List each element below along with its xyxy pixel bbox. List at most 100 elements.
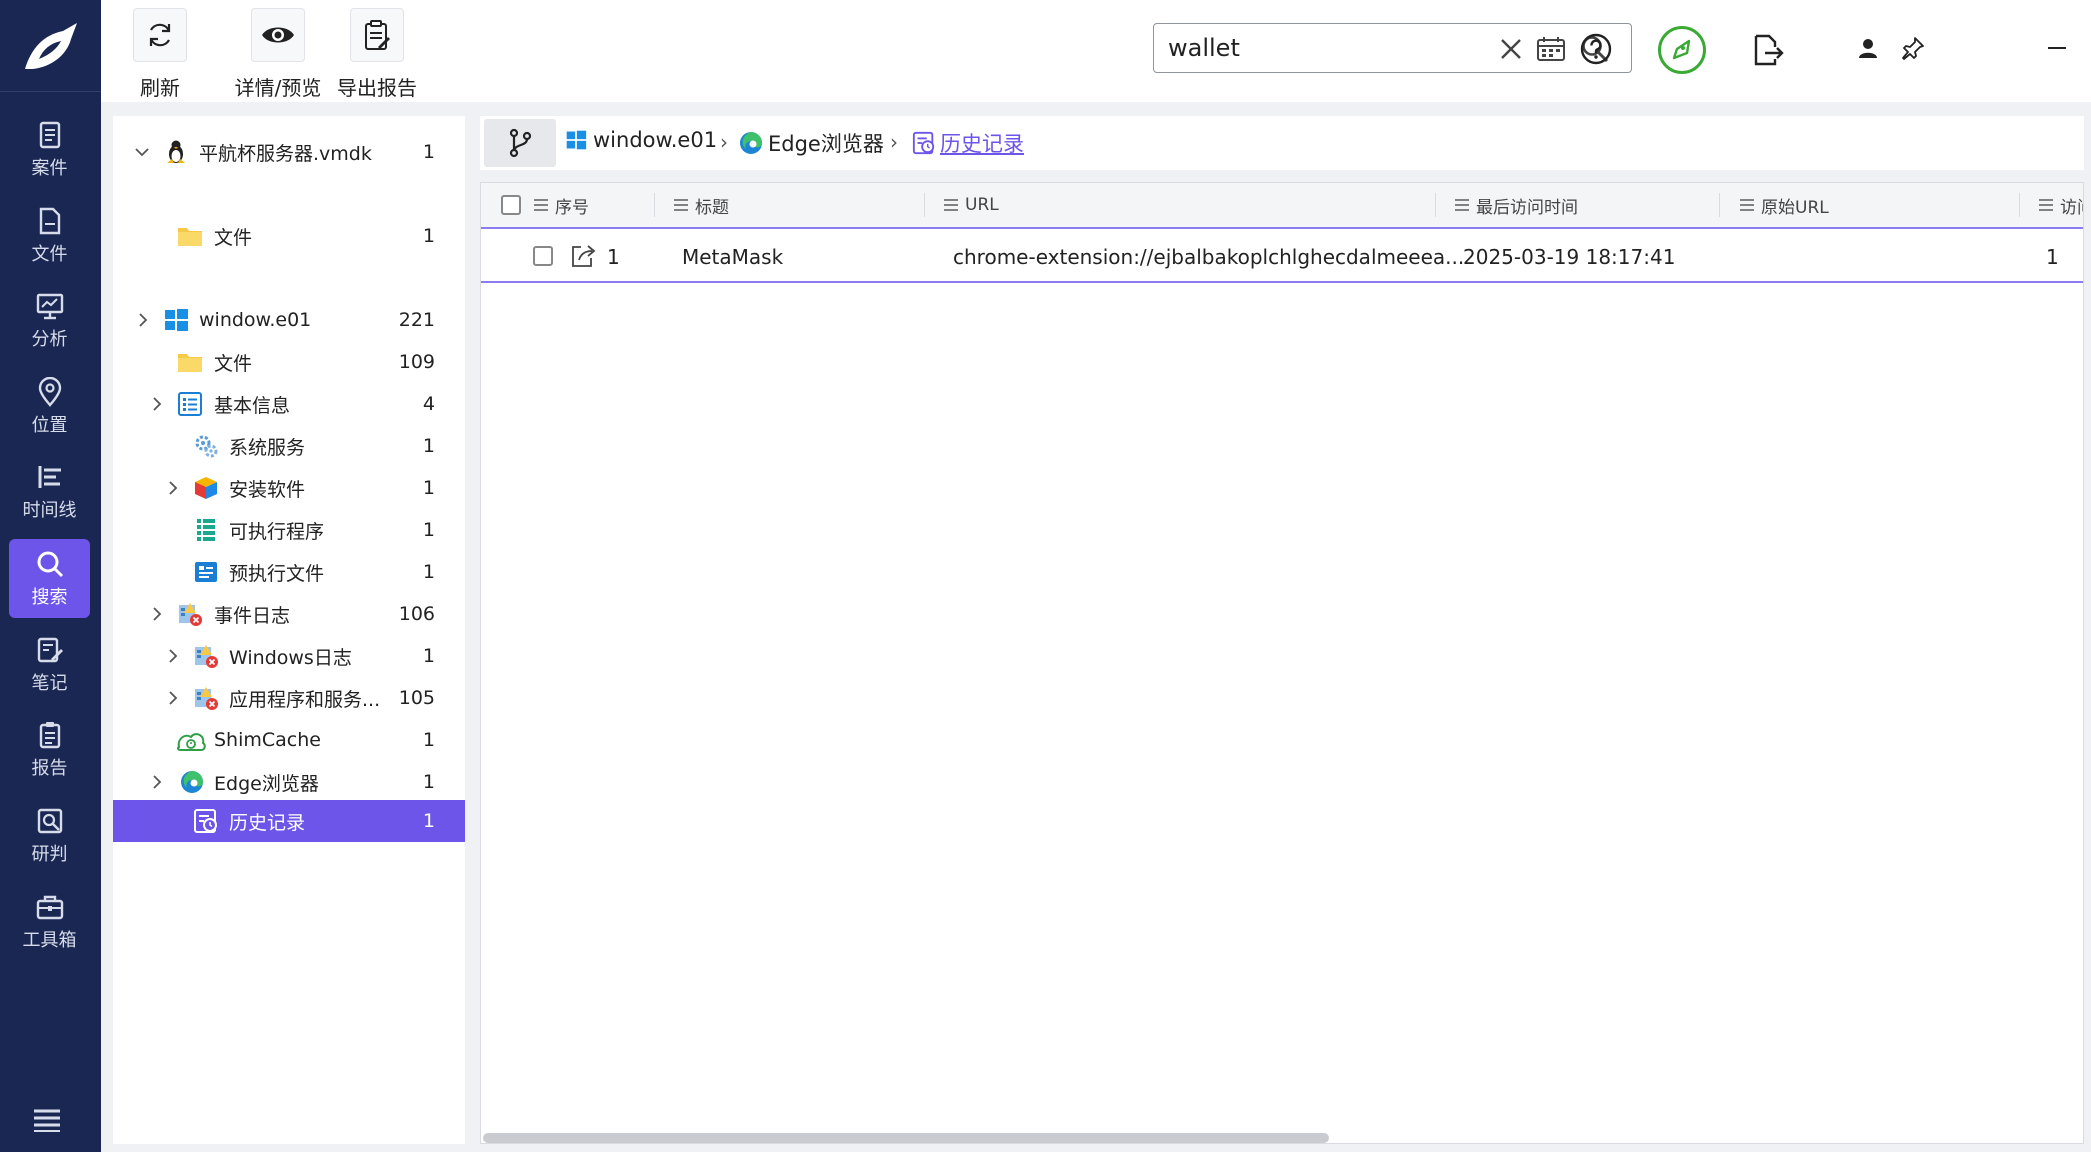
column-header-index[interactable]: 序号	[533, 183, 589, 227]
tree-node-count: 1	[422, 519, 435, 541]
nav-file[interactable]: 文件	[9, 196, 90, 275]
breadcrumb-label: 历史记录	[940, 132, 1024, 156]
nav-timeline[interactable]: 时间线	[9, 452, 90, 531]
tree-node-selected[interactable]: 历史记录 1	[113, 800, 465, 842]
event-log-icon	[179, 603, 202, 626]
nav-toolbox[interactable]: 工具箱	[9, 882, 90, 961]
close-icon	[1501, 39, 1521, 59]
column-header-url[interactable]: URL	[943, 183, 999, 227]
clear-search-button[interactable]	[1499, 37, 1523, 61]
breadcrumb-label: Edge浏览器	[768, 132, 884, 156]
cell-visits: 1	[2046, 245, 2059, 269]
column-menu-icon	[944, 199, 958, 211]
table-row[interactable]: 1 MetaMask chrome-extension://ejbalbakop…	[481, 231, 2083, 283]
basic-info-icon	[178, 392, 202, 416]
export-report-button[interactable]: 导出报告	[307, 8, 447, 101]
chevron-right-icon[interactable]	[149, 396, 165, 412]
tree-node[interactable]: Windows日志 1	[113, 635, 465, 677]
app-service-log-icon	[195, 687, 218, 710]
tree-node[interactable]: 可执行程序 1	[113, 509, 465, 551]
history-icon	[912, 131, 935, 155]
column-header-label: 最后访问时间	[1476, 197, 1578, 218]
branch-view-button[interactable]	[484, 119, 556, 167]
column-divider[interactable]	[654, 193, 655, 217]
horizontal-scrollbar[interactable]	[483, 1133, 1329, 1143]
pin-button[interactable]	[1901, 36, 1925, 60]
tree-node[interactable]: ShimCache 1	[113, 719, 465, 761]
breadcrumb: window.e01 › Edge浏览器 › 历史记录	[480, 116, 2084, 170]
nav-analysis[interactable]: 分析	[9, 281, 90, 360]
minimize-button[interactable]	[2046, 37, 2068, 59]
breadcrumb-item-window[interactable]: window.e01	[565, 128, 717, 152]
column-header-label: 原始URL	[1761, 197, 1829, 218]
nav-case[interactable]: 案件	[9, 110, 90, 189]
column-header-visits[interactable]: 访问	[2038, 183, 2083, 227]
column-divider[interactable]	[2019, 193, 2020, 217]
chevron-right-icon[interactable]	[149, 606, 165, 622]
row-checkbox[interactable]	[533, 246, 553, 266]
edge-icon	[740, 132, 762, 154]
sidebar: 案件 文件 分析 位置 时间线 搜索 笔记 报告 研判 工具箱	[0, 0, 101, 1152]
column-divider[interactable]	[1435, 193, 1436, 217]
chevron-right-icon[interactable]	[165, 480, 181, 496]
nav-judge[interactable]: 研判	[9, 796, 90, 875]
status-button[interactable]	[1657, 25, 1707, 75]
breadcrumb-item-edge[interactable]: Edge浏览器	[738, 128, 884, 158]
system-service-icon	[195, 435, 218, 458]
tree-node[interactable]: window.e01 221	[113, 299, 465, 341]
tree-node-count: 1	[422, 141, 435, 163]
nav-notes[interactable]: 笔记	[9, 625, 90, 704]
rocket-status-icon	[1658, 26, 1706, 74]
help-button[interactable]	[1580, 33, 1612, 65]
tree-node[interactable]: 平航杯服务器.vmdk 1	[113, 131, 465, 173]
nav-search[interactable]: 搜索	[9, 539, 90, 618]
column-header-last-visit[interactable]: 最后访问时间	[1454, 183, 1578, 227]
export-file-button[interactable]	[1751, 33, 1785, 67]
case-icon	[39, 121, 60, 148]
prefetch-icon	[195, 562, 217, 582]
nav-report[interactable]: 报告	[9, 710, 90, 789]
column-header-original-url[interactable]: 原始URL	[1739, 183, 1829, 227]
tree-node[interactable]: Edge浏览器 1	[113, 761, 465, 803]
breadcrumb-item-history[interactable]: 历史记录	[912, 128, 1024, 158]
refresh-button[interactable]: 刷新	[133, 8, 187, 101]
chevron-right-icon[interactable]	[149, 774, 165, 790]
falcon-logo-icon	[24, 22, 77, 69]
select-all-checkbox[interactable]	[501, 195, 521, 215]
tree-node[interactable]: 文件 109	[113, 341, 465, 383]
tree-node-count: 1	[422, 771, 435, 793]
tree-node[interactable]: 文件 1	[113, 215, 465, 257]
folder-icon	[178, 354, 202, 372]
column-header-title[interactable]: 标题	[673, 183, 729, 227]
chevron-right-icon[interactable]	[135, 312, 151, 328]
tree-node[interactable]: 应用程序和服务... 105	[113, 677, 465, 719]
menu-button[interactable]	[32, 1108, 62, 1132]
windows-log-icon	[195, 645, 218, 668]
tree-node[interactable]: 系统服务 1	[113, 425, 465, 467]
chevron-down-icon[interactable]	[134, 144, 150, 160]
edge-icon	[181, 771, 203, 793]
tree-node-label: ShimCache	[214, 729, 321, 751]
tree-node-count: 109	[398, 351, 435, 373]
cell-index: 1	[607, 245, 620, 269]
chevron-right-icon[interactable]	[165, 690, 181, 706]
tree-node[interactable]: 安装软件 1	[113, 467, 465, 509]
tree-node[interactable]: 基本信息 4	[113, 383, 465, 425]
tree-node[interactable]: 预执行文件 1	[113, 551, 465, 593]
nav-location[interactable]: 位置	[9, 367, 90, 446]
tree-node[interactable]: 事件日志 106	[113, 593, 465, 635]
eye-icon	[262, 27, 294, 43]
search-input[interactable]	[1168, 32, 1498, 64]
column-divider[interactable]	[1719, 193, 1720, 217]
refresh-label: 刷新	[140, 76, 180, 100]
executable-icon	[197, 519, 215, 541]
date-filter-button[interactable]	[1536, 36, 1566, 62]
user-button[interactable]	[1857, 37, 1879, 59]
chevron-right-icon[interactable]	[165, 648, 181, 664]
nav-judge-label: 研判	[31, 843, 68, 865]
column-header-label: URL	[965, 195, 999, 215]
column-divider[interactable]	[924, 193, 925, 217]
app-logo	[0, 0, 101, 92]
toolbox-icon	[36, 895, 63, 919]
open-record-button[interactable]	[569, 243, 597, 269]
